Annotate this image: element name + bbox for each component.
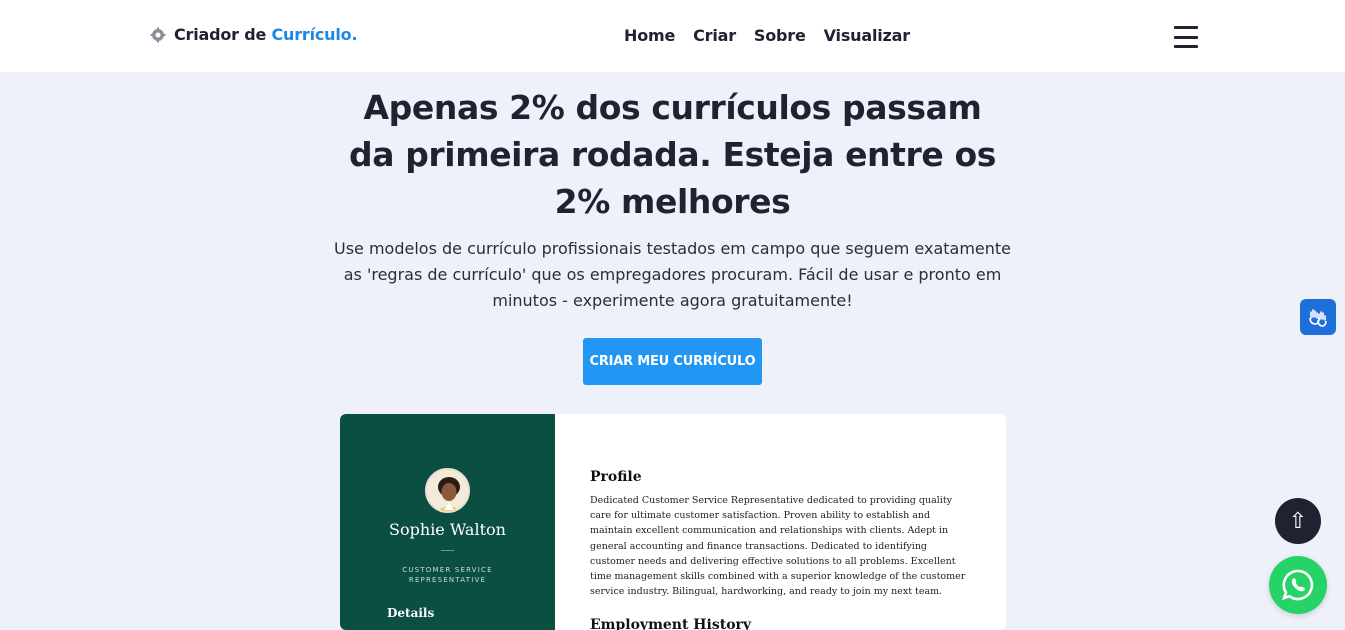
nav-criar[interactable]: Criar xyxy=(693,26,736,45)
main-nav: Home Criar Sobre Visualizar xyxy=(624,26,910,45)
resume-profile-text: Dedicated Customer Service Representativ… xyxy=(590,495,966,598)
hands-icon xyxy=(1309,309,1327,327)
gear-logo-icon xyxy=(150,27,166,42)
hero-subtitle: Use modelos de currículo profissionais t… xyxy=(333,239,1012,310)
whatsapp-icon xyxy=(1281,569,1314,601)
resume-details-heading: Details xyxy=(387,606,435,620)
avatar-portrait-icon xyxy=(427,470,468,511)
sign-language-icon[interactable] xyxy=(1300,299,1336,335)
hamburger-bar xyxy=(1174,45,1198,48)
whatsapp-button[interactable] xyxy=(1269,556,1327,614)
resume-name: Sophie Walton xyxy=(389,520,506,539)
hamburger-bar xyxy=(1174,35,1198,39)
brand-logo[interactable]: Criador de Currículo. xyxy=(150,25,358,44)
brand-prefix: Criador de xyxy=(174,25,272,44)
nav-visualizar[interactable]: Visualizar xyxy=(824,26,910,45)
back-to-top-button[interactable]: ⇧ xyxy=(1275,498,1321,544)
nav-sobre[interactable]: Sobre xyxy=(754,26,806,45)
brand-name: Criador de Currículo. xyxy=(174,25,358,44)
nav-home[interactable]: Home xyxy=(624,26,675,45)
brand-accent: Currículo. xyxy=(271,25,358,44)
resume-employment-heading: Employment History xyxy=(590,617,752,630)
arrow-up-icon: ⇧ xyxy=(1288,508,1308,534)
hero-title: Apenas 2% dos currículos passam da prime… xyxy=(349,88,996,221)
resume-role: CUSTOMER SERVICE REPRESENTATIVE xyxy=(402,566,493,584)
top-navbar: Criador de Currículo. Home Criar Sobre V… xyxy=(0,0,1345,72)
resume-divider xyxy=(441,550,454,551)
hamburger-bar xyxy=(1174,26,1198,29)
create-resume-button[interactable]: CRIAR MEU CURRÍCULO xyxy=(583,338,762,385)
resume-profile-heading: Profile xyxy=(590,469,642,485)
avatar xyxy=(425,468,470,513)
hamburger-icon[interactable] xyxy=(1174,26,1198,48)
resume-sidebar: Sophie Walton CUSTOMER SERVICE REPRESENT… xyxy=(340,414,555,630)
resume-preview: Sophie Walton CUSTOMER SERVICE REPRESENT… xyxy=(340,414,1006,630)
